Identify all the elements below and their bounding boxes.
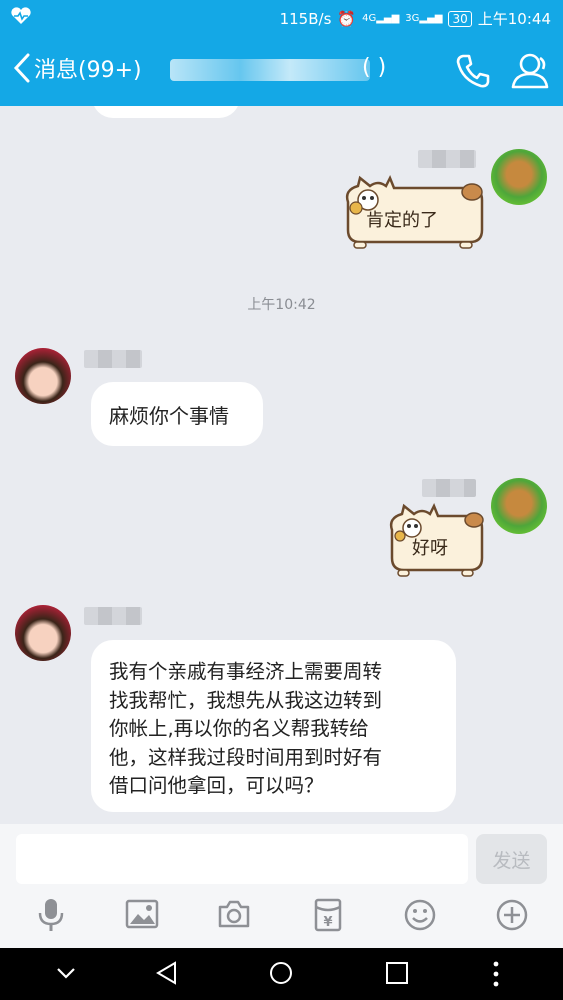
contact-name-blurred-label bbox=[84, 350, 142, 368]
voice-button[interactable] bbox=[36, 898, 66, 936]
microphone-icon bbox=[38, 899, 64, 931]
emoji-icon bbox=[404, 899, 436, 931]
health-icon bbox=[10, 7, 32, 29]
sender-name-blurred bbox=[418, 150, 476, 168]
red-packet-button[interactable]: ¥ bbox=[314, 898, 342, 936]
send-button[interactable]: 发送 bbox=[476, 834, 547, 884]
svg-text:¥: ¥ bbox=[323, 915, 332, 930]
signal-4g: 4G▂▄▆ bbox=[362, 12, 400, 24]
timestamp: 上午10:42 bbox=[247, 297, 316, 313]
camera-icon bbox=[218, 900, 250, 928]
contact-name-blurred bbox=[170, 59, 370, 81]
plus-icon bbox=[496, 899, 528, 931]
sticker-text: 肯定的了 bbox=[366, 210, 438, 231]
message-text: 麻烦你个事情 bbox=[109, 404, 229, 428]
back-button[interactable]: 消息(99+) bbox=[12, 52, 142, 84]
chat-header: 消息(99+) ( ) bbox=[0, 34, 563, 106]
network-speed: 115B/s bbox=[279, 9, 332, 28]
contact-name-blurred-label bbox=[84, 607, 142, 625]
message-line: 找我帮忙，我想先从我这边转到 bbox=[109, 688, 383, 712]
phone-call-button[interactable] bbox=[454, 52, 492, 94]
status-time: 上午10:44 bbox=[477, 10, 551, 28]
battery-indicator: 30 bbox=[448, 10, 472, 27]
contact-avatar[interactable] bbox=[15, 348, 71, 404]
nav-home-button[interactable] bbox=[268, 960, 294, 990]
sticker-text: 好呀 bbox=[412, 538, 448, 559]
camera-button[interactable] bbox=[217, 898, 251, 934]
image-icon bbox=[125, 899, 159, 929]
chevron-left-icon bbox=[13, 53, 30, 83]
signal-3g: 3G▂▄▆ bbox=[405, 12, 443, 24]
message-bubble[interactable]: 麻烦你个事情 bbox=[91, 382, 263, 446]
message-line: 你帐上,再以你的名义帮我转给 bbox=[109, 717, 369, 740]
nav-back-button[interactable] bbox=[154, 960, 180, 990]
status-bar: 115B/s ⏰ 4G▂▄▆ 3G▂▄▆ 30 上午10:44 bbox=[0, 0, 563, 34]
user-profile-icon bbox=[511, 53, 549, 89]
input-bar: 发送 ¥ bbox=[0, 824, 563, 948]
message-line: 他，这样我过段时间用到时好有 bbox=[109, 745, 383, 769]
vertical-dots-icon bbox=[493, 961, 499, 987]
cat-sticker-message[interactable]: 好呀 bbox=[378, 502, 488, 582]
previous-message-bubble bbox=[92, 106, 240, 118]
nav-recents-button[interactable] bbox=[384, 960, 410, 990]
sender-name-blurred bbox=[422, 479, 476, 497]
cat-sticker-message[interactable]: 肯定的了 bbox=[330, 172, 490, 254]
contact-profile-button[interactable] bbox=[510, 52, 552, 94]
my-avatar[interactable] bbox=[491, 149, 547, 205]
red-packet-icon: ¥ bbox=[314, 898, 342, 932]
message-bubble[interactable]: 我有个亲戚有事经济上需要周转 找我帮忙，我想先从我这边转到 你帐上,再以你的名义… bbox=[91, 640, 456, 812]
chat-area[interactable]: 肯定的了 上午10:42 麻烦你个事情 好呀 我有个亲戚有事经济上需要周转 找我… bbox=[0, 106, 563, 824]
more-button[interactable] bbox=[495, 898, 529, 936]
triangle-back-icon bbox=[156, 961, 176, 985]
hide-nav-button[interactable] bbox=[54, 960, 78, 990]
phone-icon bbox=[456, 54, 490, 88]
square-recents-icon bbox=[386, 962, 408, 984]
emoji-button[interactable] bbox=[403, 898, 437, 936]
image-button[interactable] bbox=[125, 898, 159, 934]
message-line: 我有个亲戚有事经济上需要周转 bbox=[109, 660, 383, 683]
chevron-down-icon bbox=[57, 968, 75, 979]
message-input[interactable] bbox=[16, 834, 468, 884]
message-line: 借口问他拿回，可以吗？ bbox=[109, 774, 324, 797]
title-suffix: ( ) bbox=[362, 55, 387, 80]
back-label: 消息(99+) bbox=[34, 58, 142, 83]
contact-avatar[interactable] bbox=[15, 605, 71, 661]
my-avatar[interactable] bbox=[491, 478, 547, 534]
system-nav-bar bbox=[0, 948, 563, 1000]
nav-menu-button[interactable] bbox=[486, 960, 506, 992]
circle-home-icon bbox=[270, 962, 292, 984]
alarm-icon: ⏰ bbox=[337, 9, 357, 28]
